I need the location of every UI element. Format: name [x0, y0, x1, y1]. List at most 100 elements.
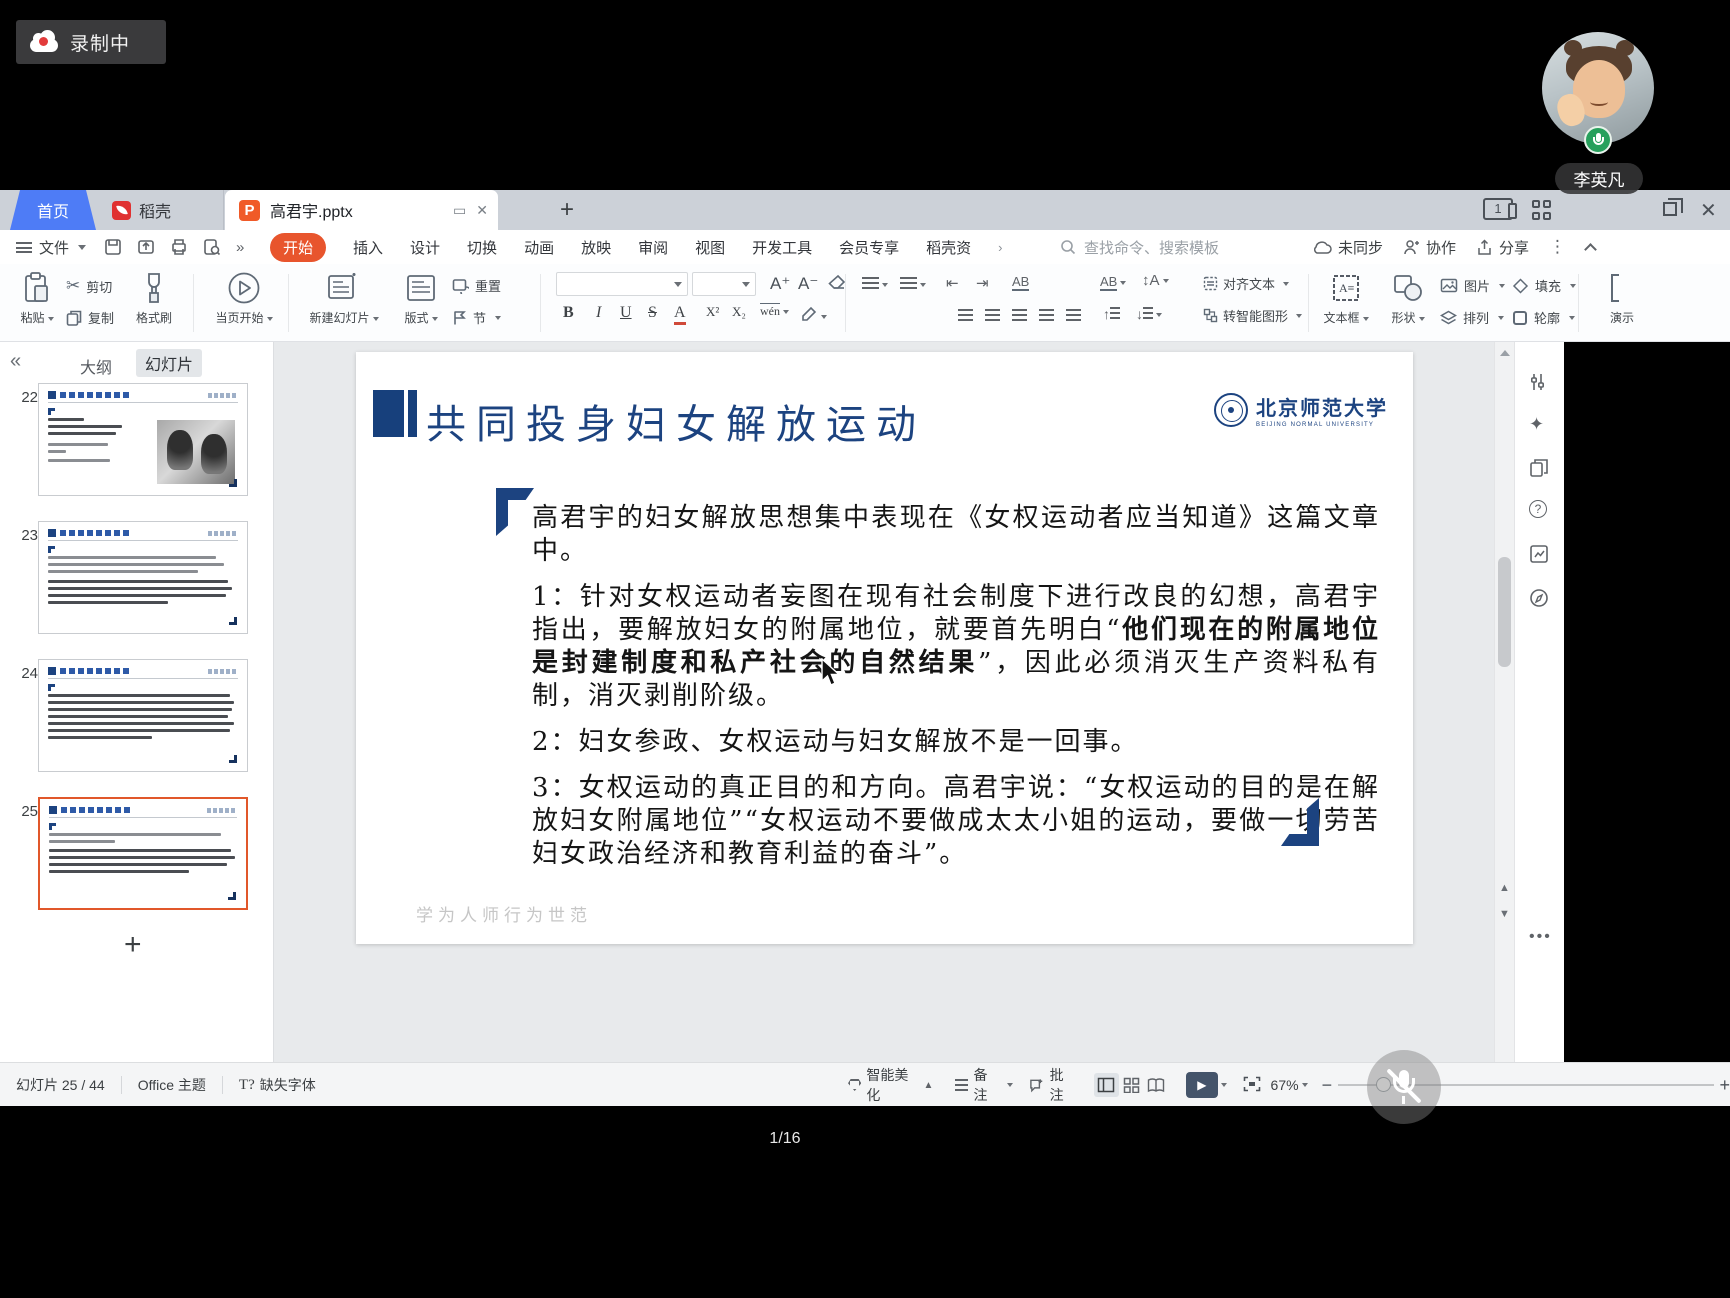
- ribbon-tab-transitions[interactable]: 切换: [467, 237, 497, 258]
- superscript-button[interactable]: X²: [706, 304, 719, 320]
- missing-font-warning[interactable]: T? 缺失字体: [239, 1075, 316, 1095]
- ribbon-tab-review[interactable]: 审阅: [638, 237, 668, 258]
- tab-outline[interactable]: 大纲: [80, 354, 112, 378]
- mute-mic-button[interactable]: [1367, 1050, 1441, 1124]
- pinyin-guide-button[interactable]: wén: [760, 304, 789, 319]
- font-size-select[interactable]: [692, 272, 756, 296]
- zoom-in-button[interactable]: +: [1720, 1075, 1730, 1096]
- quick-access-overflow[interactable]: »: [236, 239, 244, 256]
- ribbon-tab-design[interactable]: 设计: [410, 237, 440, 258]
- font-color-button[interactable]: A: [674, 304, 686, 325]
- comments-button[interactable]: 批注: [1029, 1065, 1076, 1105]
- align-right-button[interactable]: [1012, 308, 1027, 326]
- convert-smartart-button[interactable]: 转智能图形: [1203, 306, 1302, 325]
- strip-more-icon[interactable]: •••: [1529, 928, 1552, 946]
- ribbon-tab-home[interactable]: 开始: [270, 233, 326, 262]
- collapse-panel-icon[interactable]: «: [10, 350, 21, 373]
- arrange-button[interactable]: 排列: [1440, 308, 1504, 327]
- smart-beautify-button[interactable]: 智能美化 ▲: [848, 1065, 933, 1105]
- tab-monitor-icon[interactable]: ▭: [453, 202, 466, 219]
- ribbon-tab-insert[interactable]: 插入: [353, 237, 383, 258]
- outline-button[interactable]: 轮廓: [1512, 308, 1575, 327]
- window-close-icon[interactable]: ✕: [1700, 198, 1717, 223]
- zoom-out-button[interactable]: −: [1322, 1075, 1333, 1096]
- share-button[interactable]: 分享: [1476, 237, 1529, 258]
- export-icon[interactable]: [137, 238, 155, 256]
- line-spacing-button[interactable]: ↑: [1103, 306, 1120, 322]
- paragraph-spacing-button[interactable]: ↓: [1136, 306, 1162, 322]
- decrease-font-button[interactable]: A⁻: [798, 274, 818, 294]
- canvas-scrollbar[interactable]: ▲ ▼: [1494, 342, 1514, 1062]
- reading-view-button[interactable]: [1143, 1073, 1168, 1097]
- more-menu-icon[interactable]: ⋮: [1549, 237, 1566, 257]
- slide-thumbnail-25-selected[interactable]: [38, 797, 248, 910]
- slide-editor[interactable]: 共同投身妇女解放运动 北京师范大学 BEIJING NORMAL UNIVERS…: [356, 352, 1413, 944]
- paste-button[interactable]: 粘贴: [14, 270, 60, 326]
- slide-sorter-view-button[interactable]: [1119, 1073, 1144, 1097]
- ribbon-tabs-more[interactable]: ›: [998, 240, 1002, 255]
- scroll-up-icon[interactable]: [1500, 350, 1510, 356]
- theme-name[interactable]: Office 主题: [138, 1075, 206, 1095]
- slide-thumbnail-24[interactable]: [38, 659, 248, 772]
- cut-button[interactable]: ✂ 剪切: [66, 276, 112, 296]
- format-painter-button[interactable]: 格式刷: [128, 270, 180, 326]
- command-search[interactable]: 查找命令、搜索模板: [1060, 235, 1219, 259]
- shapes-button[interactable]: 形状: [1384, 270, 1432, 326]
- print-preview-icon[interactable]: [203, 238, 221, 256]
- notes-button[interactable]: 备注: [955, 1065, 1013, 1105]
- bold-button[interactable]: B: [563, 304, 574, 322]
- tab-document-active[interactable]: P 高君宇.pptx ▭ ✕: [225, 190, 498, 230]
- file-menu[interactable]: 文件: [16, 230, 86, 264]
- tab-close-icon[interactable]: ✕: [476, 202, 488, 219]
- bullet-list-button[interactable]: [862, 276, 888, 294]
- decrease-indent-button[interactable]: ⇤: [946, 274, 959, 292]
- printer-icon[interactable]: [170, 238, 188, 256]
- numbered-list-button[interactable]: [900, 276, 926, 294]
- text-box-button[interactable]: A≡ 文本框: [1318, 270, 1374, 326]
- fit-slide-button[interactable]: [1243, 1076, 1261, 1095]
- highlight-button[interactable]: [800, 306, 827, 326]
- previous-slide-icon[interactable]: ▲: [1499, 882, 1510, 894]
- ribbon-tab-view[interactable]: 视图: [695, 237, 725, 258]
- chart-panel-icon[interactable]: [1529, 544, 1549, 564]
- justify-button[interactable]: [1039, 308, 1054, 326]
- character-spacing-button[interactable]: AB: [1100, 274, 1126, 289]
- add-slide-button[interactable]: +: [124, 928, 142, 962]
- align-center-button[interactable]: [985, 308, 1000, 326]
- pages-icon[interactable]: [1529, 458, 1549, 478]
- underline-button[interactable]: U: [620, 304, 632, 322]
- zoom-level[interactable]: 67%: [1271, 1077, 1299, 1093]
- tab-home[interactable]: 首页: [10, 190, 96, 230]
- strikethrough-button[interactable]: S: [648, 304, 657, 322]
- slideshow-play-button[interactable]: ▶: [1186, 1072, 1217, 1098]
- character-border-button[interactable]: AB: [1012, 274, 1029, 291]
- play-options-caret[interactable]: [1221, 1083, 1227, 1087]
- text-direction-button[interactable]: ↕A: [1142, 272, 1169, 289]
- next-slide-icon[interactable]: ▼: [1499, 908, 1510, 920]
- ribbon-tab-membership[interactable]: 会员专享: [839, 237, 899, 258]
- tab-docer[interactable]: 稻壳: [100, 190, 224, 230]
- align-text-button[interactable]: 对齐文本: [1203, 274, 1289, 293]
- collaborate-button[interactable]: 协作: [1403, 237, 1456, 258]
- collapse-ribbon-icon[interactable]: [1584, 243, 1597, 256]
- slide-thumbnail-23[interactable]: [38, 521, 248, 634]
- window-restore-icon[interactable]: [1663, 202, 1677, 216]
- new-slide-button[interactable]: 新建幻灯片: [298, 270, 390, 326]
- font-name-select[interactable]: [556, 272, 688, 296]
- picture-button[interactable]: 图片: [1440, 276, 1505, 295]
- play-from-current-button[interactable]: 当页开始: [202, 270, 286, 326]
- scrollbar-thumb[interactable]: [1498, 557, 1511, 667]
- save-icon[interactable]: [104, 238, 122, 256]
- increase-indent-button[interactable]: ⇥: [976, 274, 989, 292]
- ribbon-tab-docer-resources[interactable]: 稻壳资: [926, 237, 971, 258]
- present-button[interactable]: 演示: [1592, 270, 1652, 326]
- reset-button[interactable]: 重置: [452, 276, 501, 295]
- help-icon[interactable]: ?: [1529, 500, 1547, 518]
- sync-status[interactable]: 未同步: [1312, 237, 1383, 258]
- subscript-button[interactable]: X₂: [732, 304, 746, 320]
- design-compass-icon[interactable]: [1529, 588, 1549, 608]
- workspace-grid-icon[interactable]: [1532, 200, 1552, 220]
- italic-button[interactable]: I: [596, 304, 601, 322]
- zoom-options-caret[interactable]: [1302, 1083, 1308, 1087]
- distribute-button[interactable]: [1066, 308, 1081, 326]
